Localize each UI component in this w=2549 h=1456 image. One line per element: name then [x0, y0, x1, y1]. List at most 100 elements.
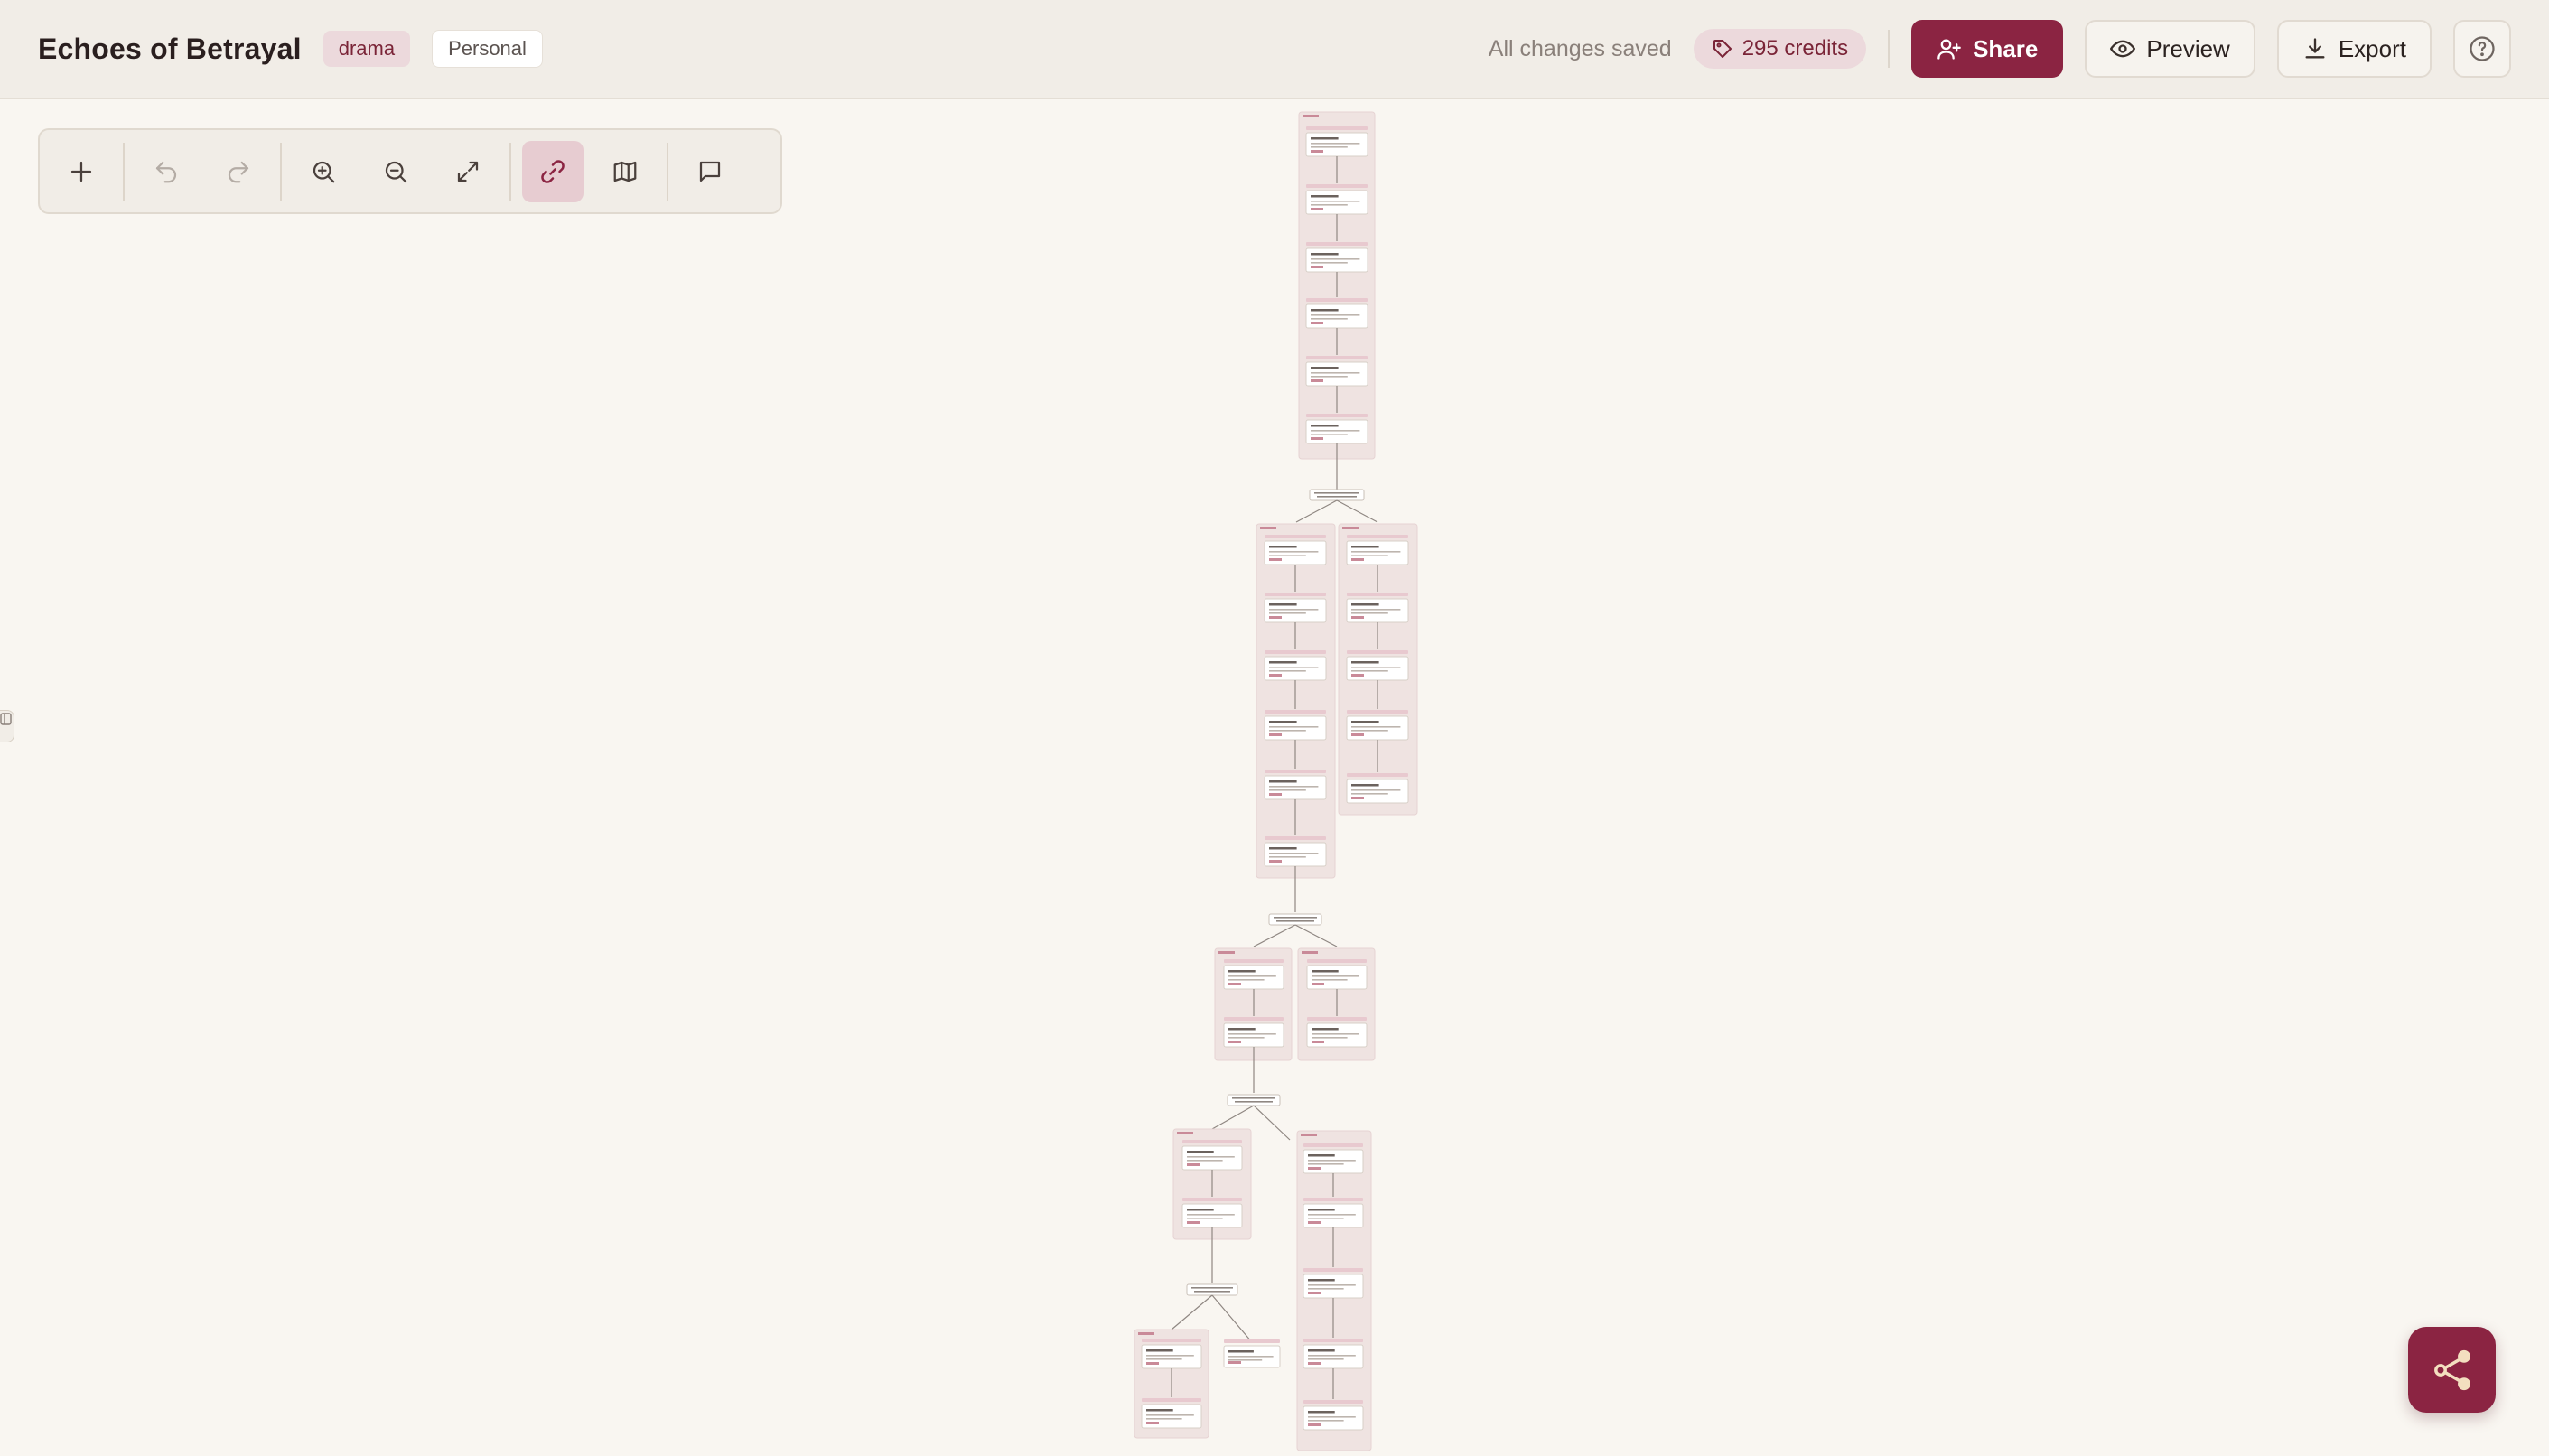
node-text-mark — [1351, 726, 1401, 728]
graph-share-fab[interactable] — [2408, 1327, 2496, 1413]
choice-node — [1186, 1283, 1238, 1296]
node-header — [1306, 298, 1368, 302]
node-tag-mark — [1269, 674, 1282, 677]
group-label-mark — [1218, 951, 1235, 954]
redo-tool[interactable] — [208, 141, 269, 202]
story-node — [1264, 540, 1327, 565]
choice-text-mark — [1191, 1287, 1233, 1289]
node-text-mark — [1308, 1218, 1344, 1219]
node-text-mark — [1269, 786, 1319, 788]
comment-tool[interactable] — [679, 141, 741, 202]
node-title-mark — [1308, 1349, 1335, 1352]
node-tag-mark — [1351, 616, 1364, 619]
choice-text-mark — [1276, 920, 1314, 922]
connector-line — [1171, 1294, 1213, 1330]
node-header — [1265, 836, 1326, 840]
node-title-mark — [1308, 1154, 1335, 1157]
save-status: All changes saved — [1488, 35, 1672, 61]
node-text-mark — [1351, 667, 1401, 668]
connector-line — [1336, 499, 1378, 523]
node-text-mark — [1308, 1284, 1356, 1286]
choice-text-mark — [1274, 917, 1317, 919]
node-tag-mark — [1312, 1041, 1324, 1043]
node-title-mark — [1269, 603, 1297, 606]
node-header — [1224, 1339, 1280, 1343]
canvas-toolbar — [38, 128, 782, 214]
connect-tool[interactable] — [522, 140, 584, 202]
node-header — [1265, 593, 1326, 596]
story-node — [1306, 1022, 1368, 1048]
node-title-mark — [1228, 1028, 1256, 1031]
project-title[interactable]: Echoes of Betrayal — [38, 33, 302, 66]
share-button[interactable]: Share — [1911, 20, 2064, 78]
node-tag-mark — [1228, 983, 1241, 985]
choice-text-mark — [1232, 1097, 1275, 1099]
panel-icon — [0, 713, 12, 725]
story-node — [1346, 715, 1409, 741]
node-tag-mark — [1311, 150, 1323, 153]
story-node — [1141, 1344, 1202, 1369]
node-text-mark — [1269, 853, 1319, 854]
credits-badge[interactable]: 295 credits — [1693, 29, 1867, 69]
zoom-in-tool[interactable] — [293, 141, 354, 202]
side-panel-toggle[interactable] — [0, 710, 14, 742]
node-header — [1265, 710, 1326, 714]
node-text-mark — [1311, 204, 1348, 206]
story-node — [1305, 190, 1368, 215]
node-header — [1347, 535, 1408, 538]
node-tag-mark — [1269, 793, 1282, 796]
genre-tag[interactable]: drama — [322, 31, 411, 67]
node-tag-mark — [1228, 1361, 1241, 1364]
preview-label: Preview — [2146, 34, 2230, 62]
help-button[interactable] — [2453, 20, 2511, 78]
node-header — [1347, 710, 1408, 714]
node-tag-mark — [1311, 322, 1323, 324]
story-node — [1346, 598, 1409, 623]
node-header — [1303, 1198, 1363, 1201]
fit-view-tool[interactable] — [437, 141, 499, 202]
node-title-mark — [1228, 970, 1256, 973]
node-tag-mark — [1228, 1041, 1241, 1043]
node-text-mark — [1228, 1356, 1274, 1358]
zoom-out-tool[interactable] — [365, 141, 426, 202]
comment-icon — [699, 161, 721, 182]
group-label-mark — [1303, 115, 1319, 117]
tag-icon — [1713, 40, 1732, 58]
connector-line — [1294, 924, 1338, 947]
minimap-tool[interactable] — [594, 141, 656, 202]
node-title-mark — [1187, 1209, 1214, 1211]
node-tag-mark — [1351, 797, 1364, 799]
choice-node — [1227, 1094, 1281, 1106]
node-header — [1347, 593, 1408, 596]
group-label-mark — [1302, 951, 1318, 954]
undo-icon — [155, 161, 177, 182]
story-canvas[interactable] — [0, 101, 2549, 1456]
toolbar-divider — [123, 142, 125, 201]
share-nodes-icon — [2433, 1349, 2470, 1390]
node-header — [1306, 356, 1368, 359]
group-label-mark — [1342, 527, 1359, 529]
node-title-mark — [1228, 1350, 1254, 1353]
node-text-mark — [1311, 318, 1348, 320]
node-header — [1303, 1339, 1363, 1342]
undo-tool[interactable] — [135, 141, 197, 202]
node-header — [1265, 650, 1326, 654]
story-node — [1264, 715, 1327, 741]
node-text-mark — [1351, 789, 1401, 791]
node-header — [1182, 1140, 1242, 1143]
credits-label: 295 credits — [1741, 36, 1849, 61]
node-text-mark — [1308, 1416, 1356, 1418]
node-text-mark — [1311, 372, 1360, 374]
node-text-mark — [1228, 979, 1265, 981]
scope-tag[interactable]: Personal — [432, 30, 543, 68]
node-text-mark — [1269, 670, 1306, 672]
story-node — [1223, 1022, 1284, 1048]
story-node — [1346, 779, 1409, 804]
story-graph[interactable] — [0, 101, 2549, 1456]
choice-text-mark — [1317, 496, 1357, 498]
preview-button[interactable]: Preview — [2085, 20, 2255, 78]
export-button[interactable]: Export — [2276, 20, 2432, 78]
group-label-mark — [1138, 1332, 1154, 1335]
node-text-mark — [1312, 979, 1348, 981]
add-node-tool[interactable] — [51, 141, 112, 202]
